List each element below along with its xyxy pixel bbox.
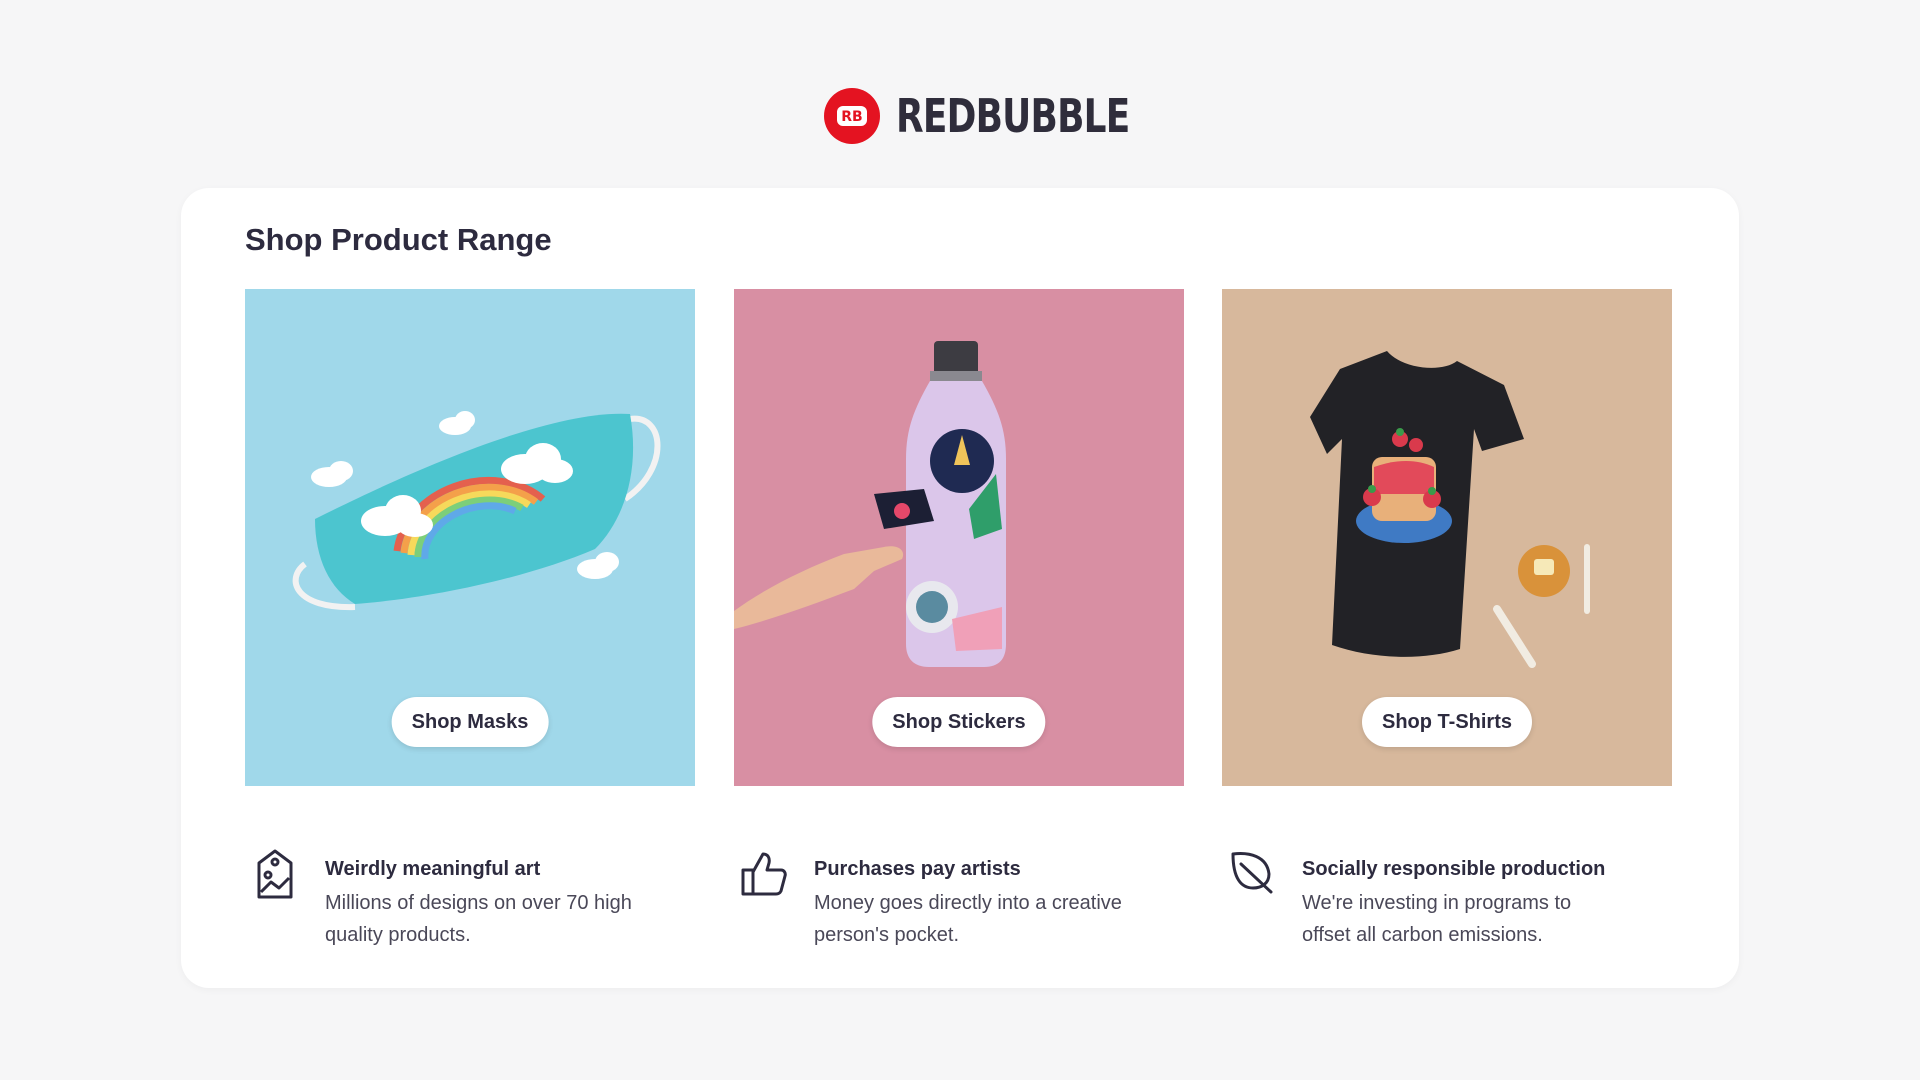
feature-description: Millions of designs on over 70 high qual… <box>325 892 632 946</box>
feature-description: Money goes directly into a creative pers… <box>814 892 1122 946</box>
feature-description: We're investing in programs to offset al… <box>1302 892 1572 946</box>
feature-responsible: Socially responsible production We're in… <box>1222 848 1642 951</box>
thumbs-up-icon <box>734 848 794 908</box>
shop-masks-button[interactable]: Shop Masks <box>391 697 549 747</box>
product-range-card: Shop Product Range Shop Masks Shop Stick… <box>181 188 1739 988</box>
tile-masks[interactable]: Shop Masks <box>245 289 695 786</box>
feature-art: Weirdly meaningful art Millions of desig… <box>245 848 665 951</box>
brand-header: RB REDBUBBLE <box>0 88 1920 144</box>
leaf-icon <box>1222 848 1282 908</box>
feature-artists: Purchases pay artists Money goes directl… <box>734 848 1154 951</box>
section-title: Shop Product Range <box>245 222 552 257</box>
feature-title: Socially responsible production <box>1302 858 1606 880</box>
feature-title: Weirdly meaningful art <box>325 858 541 880</box>
shop-tshirts-button[interactable]: Shop T-Shirts <box>1362 697 1532 747</box>
svg-text:RB: RB <box>841 109 862 125</box>
feature-title: Purchases pay artists <box>814 858 1021 880</box>
art-tag-icon <box>245 848 305 908</box>
shop-stickers-button[interactable]: Shop Stickers <box>872 697 1046 747</box>
tile-stickers[interactable]: Shop Stickers <box>734 289 1184 786</box>
tile-tshirts[interactable]: Shop T-Shirts <box>1222 289 1672 786</box>
brand-wordmark[interactable]: REDBUBBLE <box>896 89 1130 143</box>
redbubble-logo-icon[interactable]: RB <box>824 88 880 144</box>
